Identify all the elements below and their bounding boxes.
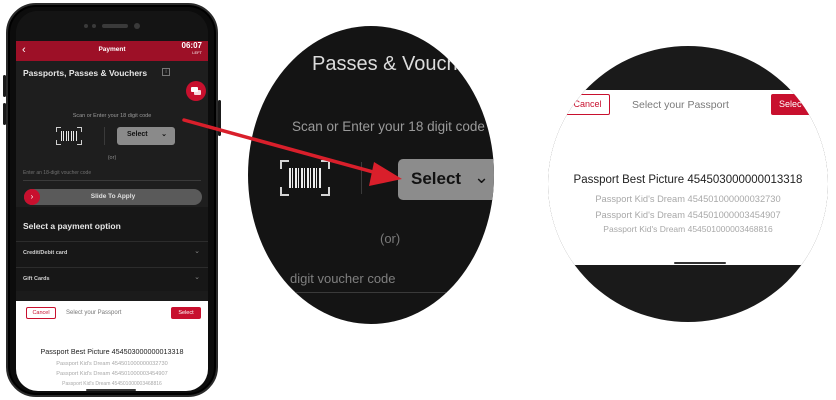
payment-option-giftcards[interactable]: Gift Cards ⌄ — [16, 267, 208, 289]
notch — [76, 22, 146, 30]
scan-instructions: Scan or Enter your 18 digit code — [72, 113, 152, 119]
home-indicator — [674, 262, 726, 264]
chevron-down-icon: ⌄ — [194, 274, 200, 281]
chat-bubble-icon[interactable] — [186, 81, 206, 101]
or-separator: (or) — [380, 231, 401, 246]
cancel-button[interactable]: Cancel — [565, 94, 610, 115]
passport-select-dropdown[interactable]: Select ⌄ — [117, 127, 175, 145]
payment-title: Select a payment option — [23, 221, 121, 231]
vouchers-panel: Passports, Passes & Vouchers i Scan or E… — [16, 61, 208, 207]
barcode-scan-icon[interactable] — [56, 127, 82, 145]
home-indicator — [86, 389, 136, 391]
voucher-placeholder: digit voucher code — [290, 271, 396, 286]
status-bar — [16, 11, 208, 41]
picker-option[interactable]: Passport Kid's Dream 454501000003454907 — [548, 210, 828, 220]
select-button[interactable]: Selec — [771, 94, 819, 115]
timer-label: LEFT — [192, 50, 202, 55]
slider-label: Slide To Apply — [90, 193, 136, 200]
voucher-placeholder: Enter an 18-digit voucher code — [23, 170, 92, 176]
picker-option[interactable]: Passport Kid's Dream 454501000003468816 — [548, 224, 828, 234]
picker-option[interactable]: Passport Best Picture 454503000000013318 — [16, 347, 208, 356]
session-timer: 06:07 LEFT — [181, 41, 202, 56]
picker-option[interactable]: Passport Kid's Dream 454501000000032730 — [548, 194, 828, 204]
payment-option-label: Credit/Debit card — [23, 250, 68, 256]
info-icon[interactable]: i — [162, 68, 170, 76]
chevron-down-icon: ⌄ — [161, 131, 167, 138]
payment-option-label: Gift Cards — [23, 276, 50, 282]
cancel-button[interactable]: Cancel — [26, 307, 56, 319]
section-heading: Passports, Passes & Vouchers — [23, 68, 148, 78]
phone-frame: ‹ Payment 06:07 LEFT Passports, Passes &… — [3, 3, 221, 397]
phone-screen: ‹ Payment 06:07 LEFT Passports, Passes &… — [16, 11, 208, 391]
app-bar: ‹ Payment 06:07 LEFT — [16, 41, 208, 61]
payment-option-card[interactable]: Credit/Debit card ⌄ — [16, 241, 208, 263]
picker-title: Select your Passport — [66, 310, 122, 316]
picker-option[interactable]: Passport Kid's Dream 454501000003454907 — [16, 371, 208, 377]
section-heading: Passes & Vouche — [312, 53, 469, 75]
picker-title: Select your Passport — [632, 99, 729, 111]
voucher-code-input[interactable]: digit voucher code — [290, 271, 494, 293]
timer-value: 06:07 — [181, 41, 202, 50]
picker-option[interactable]: Passport Kid's Dream 454501000003468816 — [16, 381, 208, 387]
passport-picker-sheet: Cancel Select your Passport Select Passp… — [16, 301, 208, 391]
payment-section: Select a payment option Credit/Debit car… — [16, 207, 208, 291]
or-separator: (or) — [107, 155, 117, 161]
divider — [361, 162, 362, 194]
chevron-down-icon: ⌄ — [474, 167, 490, 187]
select-label: Select — [127, 131, 148, 138]
picker-option[interactable]: Passport Best Picture 454503000000013318 — [548, 174, 828, 186]
power-button — [218, 100, 221, 136]
chevron-down-icon: ⌄ — [194, 248, 200, 255]
volume-button — [3, 75, 6, 97]
voucher-code-input[interactable]: Enter an 18-digit voucher code — [23, 169, 201, 181]
passport-select-dropdown[interactable]: Select ⌄ — [398, 159, 494, 200]
zoom-circle-scan: Passes & Vouche Scan or Enter your 18 di… — [248, 26, 494, 324]
page-title: Payment — [98, 46, 126, 53]
volume-button — [3, 103, 6, 125]
barcode-scan-icon[interactable] — [280, 160, 330, 196]
scan-instructions: Scan or Enter your 18 digit code — [292, 119, 485, 134]
slide-to-apply[interactable]: › Slide To Apply — [24, 189, 202, 205]
zoom-circle-picker: Cancel Select your Passport Selec Passpo… — [548, 46, 828, 322]
divider — [104, 127, 105, 145]
select-label: Select — [411, 169, 462, 188]
select-button[interactable]: Select — [171, 307, 201, 319]
picker-option[interactable]: Passport Kid's Dream 454501000000032730 — [16, 361, 208, 367]
